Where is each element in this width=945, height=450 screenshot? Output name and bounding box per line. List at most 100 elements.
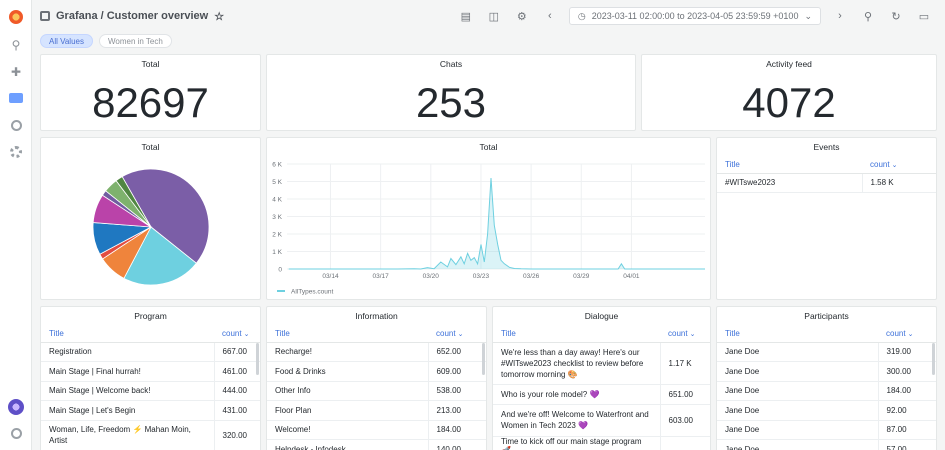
column-header-title[interactable]: Title: [41, 325, 214, 343]
information-panel[interactable]: Information Title count ⌄ Recharge! 652.00…: [266, 306, 487, 450]
dashboard-title[interactable]: Grafana / Customer overview: [56, 10, 208, 22]
panel-title: Events: [813, 142, 840, 152]
tv-mode-icon[interactable]: ▭: [915, 7, 933, 25]
table-row[interactable]: Other Info 538.00: [267, 381, 486, 401]
cell-count: 1.17 K: [659, 342, 710, 385]
search-icon[interactable]: ⚲: [7, 36, 25, 54]
table-row[interactable]: Main Stage | Final hurrah! 461.00: [41, 361, 260, 382]
table-row[interactable]: Woman, Life, Freedom ⚡ Mahan Moin, Artis…: [41, 420, 260, 450]
time-picker[interactable]: ◷ 2023-03-11 02:00:00 to 2023-04-05 23:5…: [568, 7, 821, 25]
column-header-count[interactable]: count ⌄: [214, 325, 260, 343]
zoom-icon[interactable]: ⚲: [859, 7, 877, 25]
cell-title: Jane Doe: [717, 342, 878, 362]
stat-value: 253: [415, 79, 487, 126]
table-row[interactable]: Time to kick off our main stage program …: [493, 436, 710, 450]
avatar[interactable]: [7, 398, 25, 416]
stat-panel-total[interactable]: Total 82697: [40, 54, 261, 131]
cell-count: 431.00: [213, 400, 260, 421]
legend-label[interactable]: AllTypes.count: [291, 289, 333, 296]
cell-title: Food & Drinks: [267, 361, 428, 382]
table-row[interactable]: Jane Doe 87.00: [717, 420, 936, 440]
sort-arrow-icon: ⌄: [457, 330, 464, 338]
events-table: Title count ⌄ #WITswe2023 1.58 K: [717, 156, 936, 193]
column-header-title[interactable]: Title: [717, 156, 862, 174]
column-header-title[interactable]: Title: [493, 325, 660, 343]
cell-title: Jane Doe: [717, 400, 878, 421]
gear-icon[interactable]: [7, 143, 25, 161]
column-header-title[interactable]: Title: [717, 325, 878, 343]
sort-arrow-icon: ⌄: [689, 330, 696, 338]
cell-count: 92.00: [877, 400, 936, 421]
table-row[interactable]: Main Stage | Welcome back! 444.00: [41, 381, 260, 401]
table-row[interactable]: We're less than a day away! Here's our #…: [493, 342, 710, 385]
scrollbar[interactable]: [932, 343, 935, 375]
side-nav: ⚲ ✚: [0, 0, 32, 450]
events-panel[interactable]: Events Title count ⌄ #WITswe2023 1.58 K: [716, 137, 937, 300]
time-range-label: 2023-03-11 02:00:00 to 2023-04-05 23:59:…: [591, 11, 799, 21]
timeseries-panel[interactable]: Total 0 1 K 2 K 3 K 4 K 5 K 6 K 03/14 03/17 03/20…: [266, 137, 711, 300]
variable-bar: All Values Women in Tech: [40, 34, 172, 48]
table-row[interactable]: Jane Doe 300.00: [717, 361, 936, 382]
table-row[interactable]: Jane Doe 319.00: [717, 342, 936, 362]
stat-panel-chats[interactable]: Chats 253: [266, 54, 636, 131]
table-row[interactable]: And we're off! Welcome to Waterfront and…: [493, 404, 710, 437]
cell-count: 213.00: [427, 400, 486, 421]
table-row[interactable]: Jane Doe 92.00: [717, 400, 936, 421]
refresh-icon[interactable]: ↻: [887, 7, 905, 25]
variable-chip-all[interactable]: All Values: [40, 34, 93, 48]
column-header-count[interactable]: count ⌄: [862, 156, 936, 174]
column-header-count[interactable]: count ⌄: [878, 325, 936, 343]
chevron-right-icon[interactable]: ›: [831, 7, 849, 25]
table-row[interactable]: Helpdesk - Infodesk 140.00: [267, 439, 486, 450]
sort-arrow-icon: ⌄: [891, 161, 898, 169]
cell-title: Woman, Life, Freedom ⚡ Mahan Moin, Artis…: [41, 420, 214, 450]
stat-panel-activity-feed[interactable]: Activity feed 4072: [641, 54, 937, 131]
participants-panel[interactable]: Participants Title count ⌄ Jane Doe 319.00…: [716, 306, 937, 450]
grafana-logo-icon[interactable]: [7, 8, 25, 26]
series-area: [288, 178, 705, 269]
information-table: Title count ⌄ Recharge! 652.00 Food & Drin…: [267, 325, 486, 450]
top-bar: Grafana / Customer overview ☆ ▤ ◫ ⚙ ‹ ◷ …: [32, 0, 945, 32]
cell-count: 652.00: [427, 342, 486, 362]
explore-icon[interactable]: [7, 116, 25, 134]
program-panel[interactable]: Program Title count ⌄ Registration 667.00 …: [40, 306, 261, 450]
cell-title: Who is your role model? 💜: [493, 384, 660, 405]
column-header-count[interactable]: count ⌄: [428, 325, 486, 343]
cell-count: [659, 436, 710, 450]
cell-title: Jane Doe: [717, 381, 878, 401]
column-header-title[interactable]: Title: [267, 325, 428, 343]
zoom-out-icon[interactable]: ‹: [541, 7, 559, 25]
add-panel-icon[interactable]: ▤: [457, 7, 475, 25]
panel-title: Chats: [439, 59, 463, 69]
table-row[interactable]: Main Stage | Let's Begin 431.00: [41, 400, 260, 421]
star-icon[interactable]: ☆: [214, 10, 224, 23]
dialogue-panel[interactable]: Dialogue Title count ⌄ We're less than a …: [492, 306, 711, 450]
dashboard-grid-icon: [40, 11, 50, 21]
table-row[interactable]: Food & Drinks 609.00: [267, 361, 486, 382]
variable-chip-women-in-tech[interactable]: Women in Tech: [98, 34, 172, 48]
x-tick-label: 03/23: [473, 273, 490, 280]
dashboards-icon[interactable]: [7, 89, 25, 107]
scrollbar[interactable]: [482, 343, 485, 375]
table-row[interactable]: Jane Doe 184.00: [717, 381, 936, 401]
x-tick-label: 04/01: [623, 273, 640, 280]
x-tick-label: 03/29: [573, 273, 590, 280]
table-row[interactable]: Who is your role model? 💜 651.00: [493, 384, 710, 405]
table-row[interactable]: Jane Doe 57.00: [717, 439, 936, 450]
table-row[interactable]: Recharge! 652.00: [267, 342, 486, 362]
save-icon[interactable]: ◫: [485, 7, 503, 25]
table-row[interactable]: Floor Plan 213.00: [267, 400, 486, 421]
settings-icon[interactable]: ⚙: [513, 7, 531, 25]
help-icon[interactable]: [7, 424, 25, 442]
table-row[interactable]: #WITswe2023 1.58 K: [717, 173, 936, 193]
scrollbar[interactable]: [256, 343, 259, 375]
breadcrumb[interactable]: Grafana / Customer overview ☆: [40, 10, 224, 23]
plus-icon[interactable]: ✚: [7, 63, 25, 81]
table-row[interactable]: Registration 667.00: [41, 342, 260, 362]
table-row[interactable]: Welcome! 184.00: [267, 420, 486, 440]
pie-panel[interactable]: Total: [40, 137, 261, 300]
y-tick-label: 2 K: [272, 232, 282, 239]
y-tick-label: 1 K: [272, 249, 282, 256]
panel-title: Program: [134, 311, 167, 321]
column-header-count[interactable]: count ⌄: [660, 325, 710, 343]
